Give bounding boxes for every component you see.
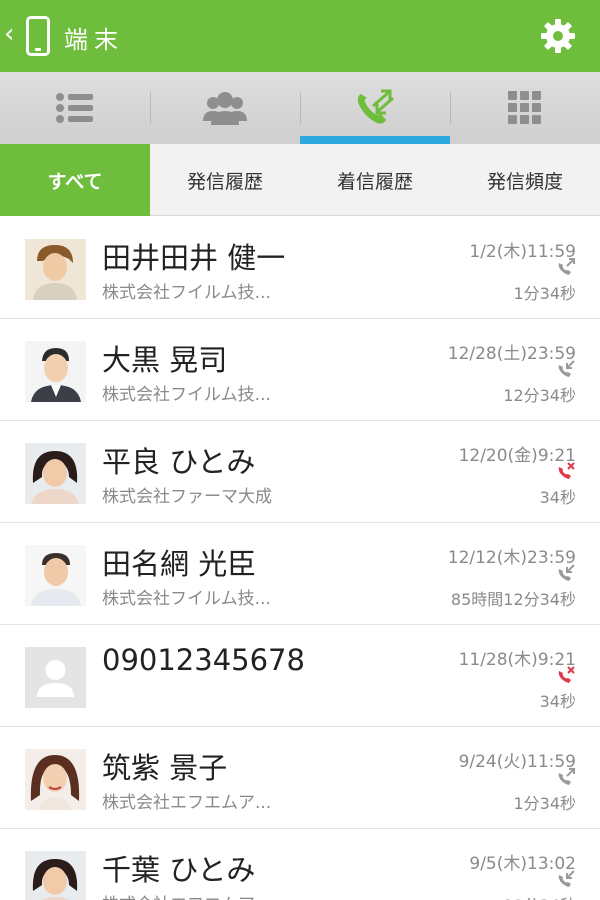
icon-tab-bar [0, 72, 600, 144]
call-duration: 34秒 [539, 488, 576, 507]
filter-tab-bar: すべて 発信履歴 着信履歴 発信頻度 [0, 144, 600, 216]
contact-photo [25, 749, 86, 810]
contact-name: 09012345678 [102, 643, 305, 677]
gear-icon[interactable] [540, 18, 576, 54]
call-duration: 12分34秒 [503, 892, 576, 900]
filter-tab-incoming[interactable]: 着信履歴 [300, 144, 450, 216]
contact-name: 筑紫 景子 [102, 751, 228, 785]
outgoing-call-icon [558, 768, 575, 785]
contact-photo [25, 851, 86, 900]
contact-photo [25, 341, 86, 402]
contact-name: 田名網 光臣 [102, 547, 257, 581]
filter-tab-frequency[interactable]: 発信頻度 [450, 144, 600, 216]
incoming-call-icon [558, 360, 575, 377]
filter-tab-outgoing[interactable]: 発信履歴 [150, 144, 300, 216]
smartphone-icon [26, 16, 50, 56]
tab-contacts[interactable] [150, 72, 300, 144]
call-row[interactable]: 09012345678 11/28(木)9:21 34秒 [0, 625, 600, 727]
company-name: 株式会社フイルム技... [102, 283, 271, 303]
company-name: 株式会社ファーマ大成 [102, 487, 272, 507]
missed-call-icon [558, 666, 575, 683]
call-history-icon [357, 89, 394, 124]
missed-call-icon [558, 462, 575, 479]
call-duration: 1分34秒 [513, 284, 576, 303]
incoming-call-icon [558, 870, 575, 887]
tab-dialpad[interactable] [450, 72, 600, 144]
dialpad-grid-icon [508, 91, 541, 124]
contact-photo [25, 545, 86, 606]
contact-photo [25, 239, 86, 300]
active-tab-indicator [300, 136, 450, 144]
incoming-call-icon [558, 564, 575, 581]
call-duration: 85時間12分34秒 [450, 590, 576, 609]
outgoing-call-icon [558, 258, 575, 275]
call-row[interactable]: 大黒 晃司 株式会社フイルム技... 12/28(土)23:59 12分34秒 [0, 319, 600, 421]
company-name: 株式会社フイルム技... [102, 385, 271, 405]
tab-call-history[interactable] [300, 72, 450, 144]
company-name: 株式会社フイルム技... [102, 589, 271, 609]
contact-name: 田井田井 健一 [102, 241, 286, 275]
call-row[interactable]: 筑紫 景子 株式会社エフエムア... 9/24(火)11:59 1分34秒 [0, 727, 600, 829]
call-row[interactable]: 平良 ひとみ 株式会社ファーマ大成 12/20(金)9:21 34秒 [0, 421, 600, 523]
page-title: 端末 [64, 26, 124, 54]
call-row[interactable]: 田名網 光臣 株式会社フイルム技... 12/12(木)23:59 85時間12… [0, 523, 600, 625]
filter-tab-all[interactable]: すべて [0, 144, 150, 216]
company-name: 株式会社エフエムア... [102, 890, 271, 900]
tab-list[interactable] [0, 72, 150, 144]
call-duration: 1分34秒 [513, 794, 576, 813]
contact-name: 千葉 ひとみ [102, 853, 256, 887]
contacts-group-icon [203, 92, 247, 125]
call-row[interactable]: 千葉 ひとみ 株式会社エフエムア... 9/5(木)13:02 12分34秒 [0, 829, 600, 900]
contact-name: 大黒 晃司 [102, 343, 228, 377]
call-duration: 34秒 [539, 692, 576, 711]
company-name: 株式会社エフエムア... [102, 793, 272, 813]
contact-photo [25, 443, 86, 504]
back-chevron[interactable]: ‹ [4, 21, 14, 47]
list-icon [56, 93, 93, 123]
call-duration: 12分34秒 [503, 386, 576, 405]
call-row[interactable]: 田井田井 健一 株式会社フイルム技... 1/2(木)11:59 1分34秒 [0, 217, 600, 319]
app-header: ‹ 端末 [0, 0, 600, 72]
call-history-list: 田井田井 健一 株式会社フイルム技... 1/2(木)11:59 1分34秒 大… [0, 217, 600, 900]
contact-name: 平良 ひとみ [102, 445, 256, 479]
default-avatar-icon [25, 647, 86, 708]
